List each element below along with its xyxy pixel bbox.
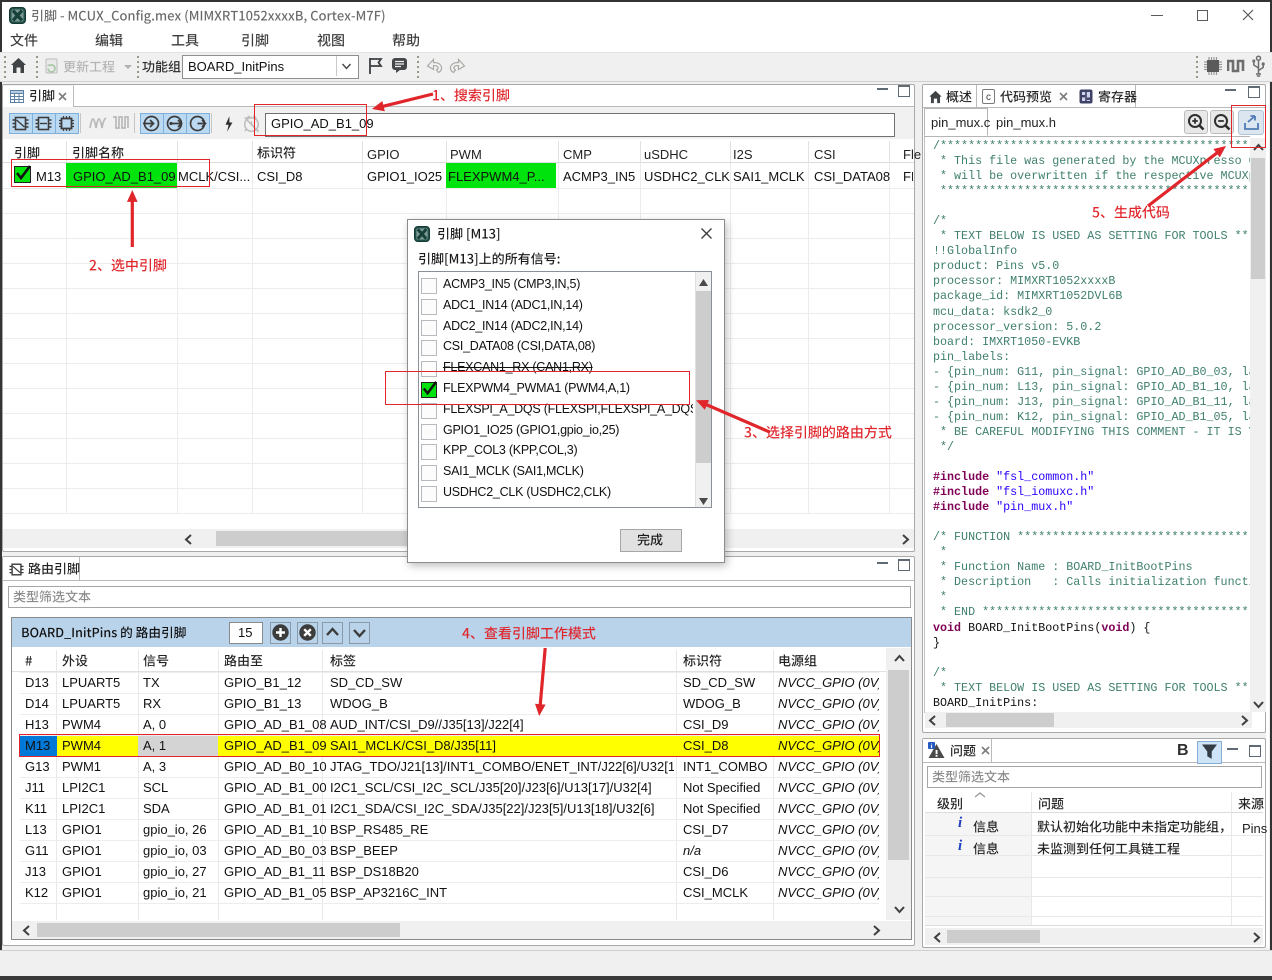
svg-text:i: i [931, 743, 933, 750]
svg-text:c: c [986, 92, 991, 103]
